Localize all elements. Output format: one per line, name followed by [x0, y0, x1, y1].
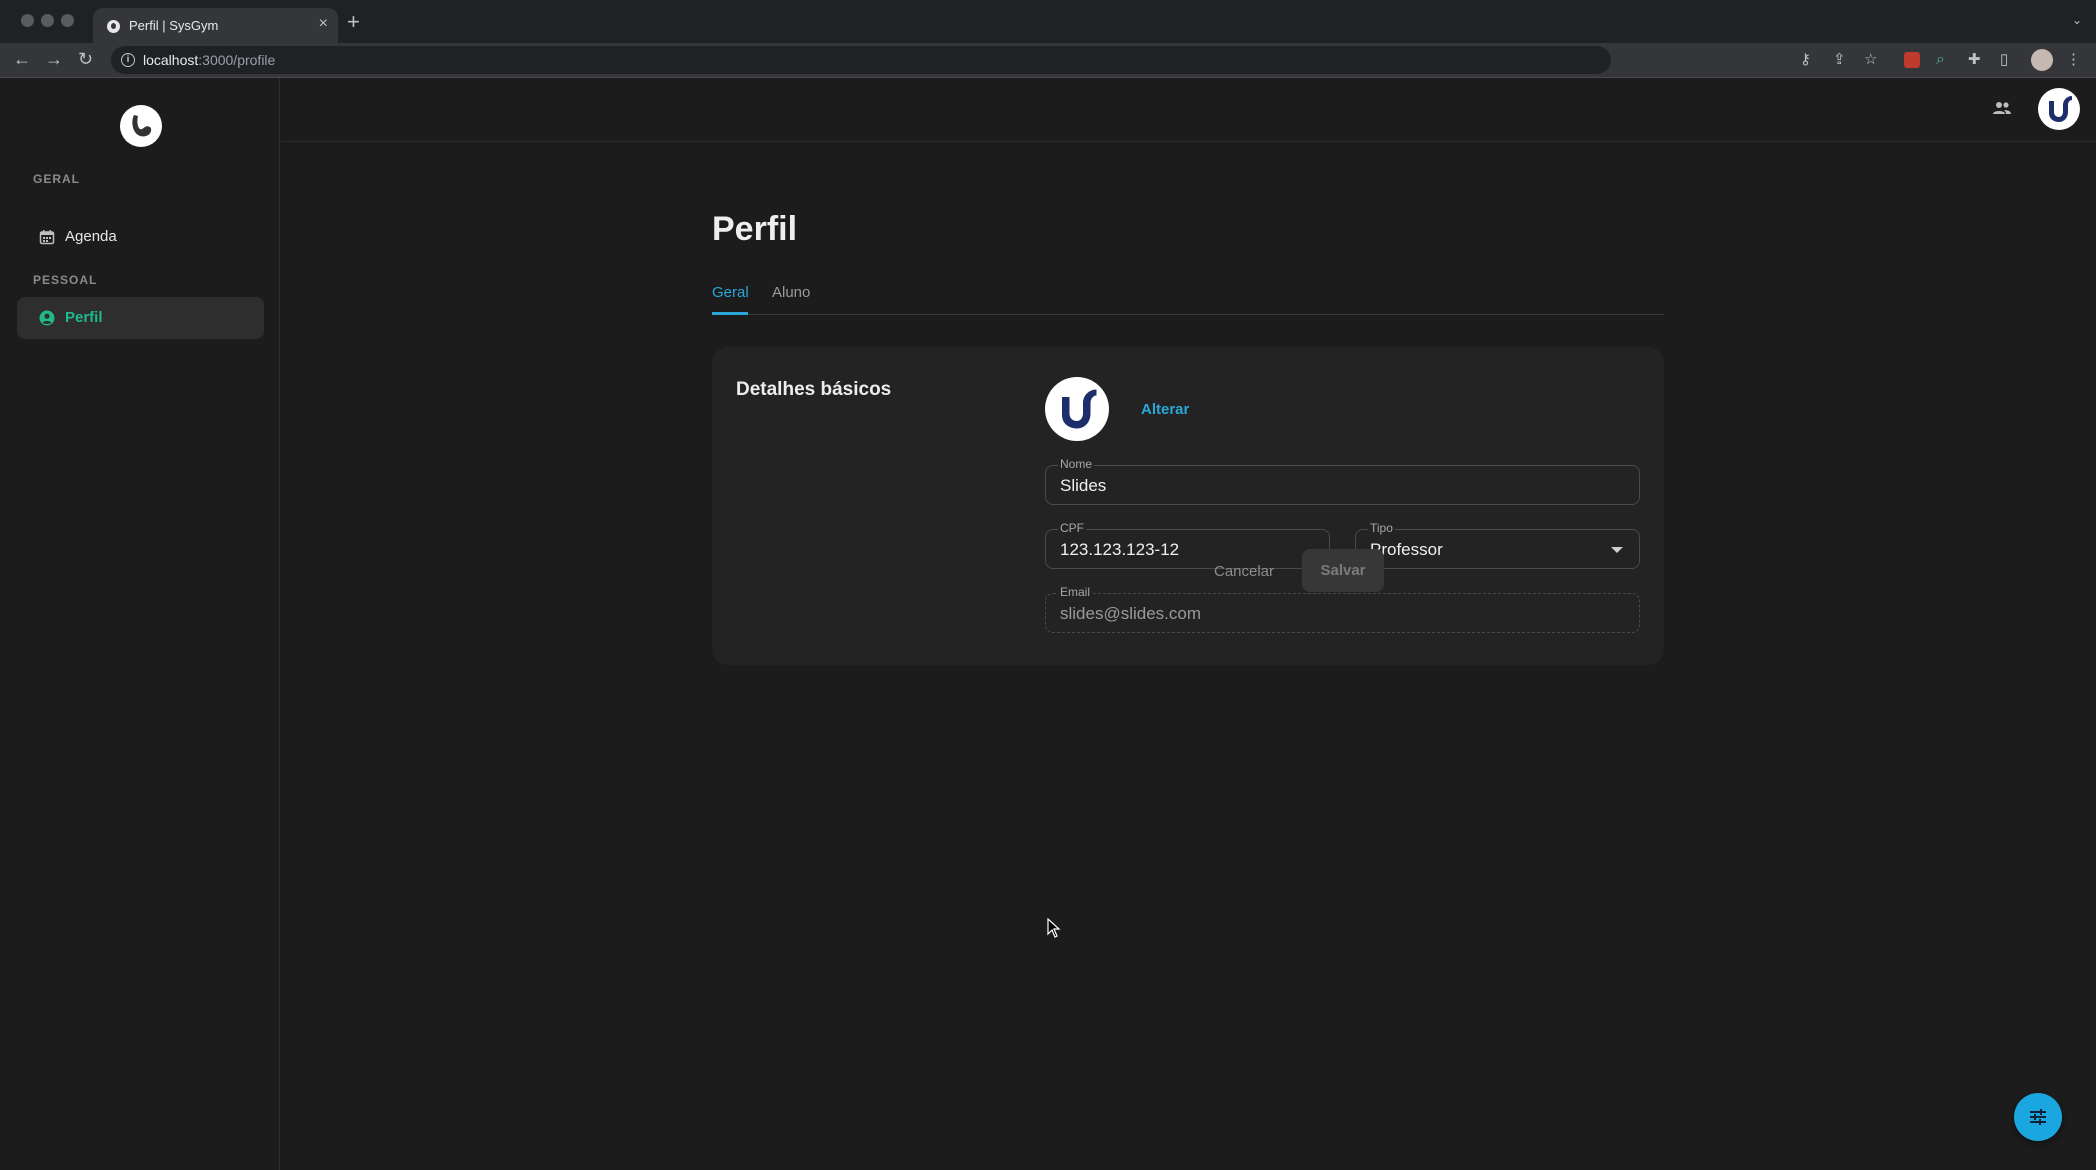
- new-tab-button[interactable]: +: [347, 11, 360, 33]
- sidebar-item-agenda[interactable]: Agenda: [17, 216, 264, 258]
- tune-sliders-icon: [2030, 1109, 2046, 1125]
- cpf-field[interactable]: CPF 123.123.123-12: [1045, 521, 1330, 569]
- reload-icon[interactable]: ↻: [78, 49, 93, 69]
- sidebar: GERAL Agenda PESSOAL Perfil: [0, 78, 280, 1170]
- main-content: Perfil Geral Aluno Detalhes básicos Alte…: [281, 142, 2096, 1170]
- extension-search-icon[interactable]: ⌕: [1936, 51, 1945, 69]
- save-button[interactable]: Salvar: [1302, 549, 1384, 592]
- extension-red-icon[interactable]: [1904, 52, 1920, 68]
- nome-field[interactable]: Nome Slides: [1045, 457, 1640, 505]
- user-logo-icon: [1062, 389, 1097, 429]
- browser-profile-avatar[interactable]: [2031, 49, 2053, 71]
- tab-search-chevron-icon[interactable]: ⌄: [2072, 13, 2082, 27]
- sidebar-item-label: Agenda: [65, 228, 117, 245]
- site-info-icon[interactable]: i: [121, 53, 135, 67]
- favicon-icon: [107, 20, 120, 33]
- browser-window: Perfil | SysGym × + ⌄ ← → ↻ i localhost:…: [0, 0, 2096, 1170]
- profile-tabs: Geral Aluno: [712, 284, 1664, 315]
- profile-avatar: [1045, 377, 1109, 441]
- url-text: localhost:3000/profile: [143, 52, 275, 68]
- card-title: Detalhes básicos: [736, 379, 892, 400]
- address-bar[interactable]: i localhost:3000/profile: [111, 46, 1611, 74]
- side-panel-icon[interactable]: ▯: [2000, 51, 2008, 69]
- url-path: :3000/profile: [198, 52, 276, 68]
- change-avatar-link[interactable]: Alterar: [1141, 401, 1189, 418]
- cpf-value: 123.123.123-12: [1060, 540, 1180, 559]
- email-label: Email: [1058, 585, 1093, 599]
- email-value: slides@slides.com: [1060, 604, 1202, 623]
- tipo-select[interactable]: Tipo Professor: [1355, 521, 1640, 569]
- window-zoom-dot[interactable]: [61, 14, 74, 27]
- key-icon[interactable]: ⚷: [1800, 51, 1811, 69]
- sidebar-section-pessoal: PESSOAL: [33, 273, 98, 287]
- window-minimize-dot[interactable]: [41, 14, 54, 27]
- nome-label: Nome: [1058, 457, 1095, 471]
- page-title: Perfil: [712, 210, 798, 248]
- settings-fab-button[interactable]: [2014, 1093, 2062, 1141]
- cancel-button[interactable]: Cancelar: [1202, 551, 1286, 593]
- basic-details-card: Detalhes básicos Alterar Nome Slides CPF…: [712, 347, 1664, 665]
- forward-icon[interactable]: →: [45, 49, 63, 69]
- extensions-puzzle-icon[interactable]: ✚: [1968, 51, 1981, 69]
- mouse-cursor-icon: [1047, 918, 1061, 938]
- browser-menu-icon[interactable]: ⋮: [2066, 51, 2081, 69]
- sidebar-section-geral: GERAL: [33, 172, 80, 186]
- tipo-label: Tipo: [1368, 521, 1395, 535]
- app-topbar: [281, 78, 2096, 142]
- url-host: localhost: [143, 52, 199, 68]
- share-icon[interactable]: ⇪: [1833, 51, 1846, 69]
- tab-title: Perfil | SysGym: [129, 18, 219, 33]
- email-field: Email slides@slides.com: [1045, 585, 1640, 633]
- window-close-dot[interactable]: [21, 14, 34, 27]
- browser-tabstrip: Perfil | SysGym × + ⌄: [0, 0, 2096, 44]
- tab-aluno[interactable]: Aluno: [772, 284, 810, 315]
- user-logo-icon: [2049, 96, 2072, 122]
- user-circle-icon: [39, 310, 55, 326]
- user-avatar[interactable]: [2038, 88, 2080, 130]
- tab-geral[interactable]: Geral: [712, 284, 749, 315]
- nome-value: Slides: [1060, 476, 1107, 495]
- browser-tab-active[interactable]: Perfil | SysGym ×: [93, 8, 338, 44]
- calendar-icon: [39, 230, 55, 245]
- chevron-down-icon: [1611, 547, 1623, 553]
- contacts-people-icon[interactable]: [1992, 100, 2012, 116]
- browser-toolbar: ← → ↻ i localhost:3000/profile ⚷ ⇪ ☆ ⌕ ✚…: [0, 43, 2096, 77]
- tab-close-icon[interactable]: ×: [319, 16, 328, 32]
- sidebar-item-perfil[interactable]: Perfil: [17, 297, 264, 339]
- app-logo[interactable]: [120, 105, 162, 147]
- sidebar-item-label: Perfil: [65, 309, 103, 326]
- bookmark-star-icon[interactable]: ☆: [1864, 51, 1877, 69]
- muscle-arm-icon: [132, 115, 152, 137]
- back-icon[interactable]: ←: [13, 49, 31, 69]
- cpf-label: CPF: [1058, 521, 1086, 535]
